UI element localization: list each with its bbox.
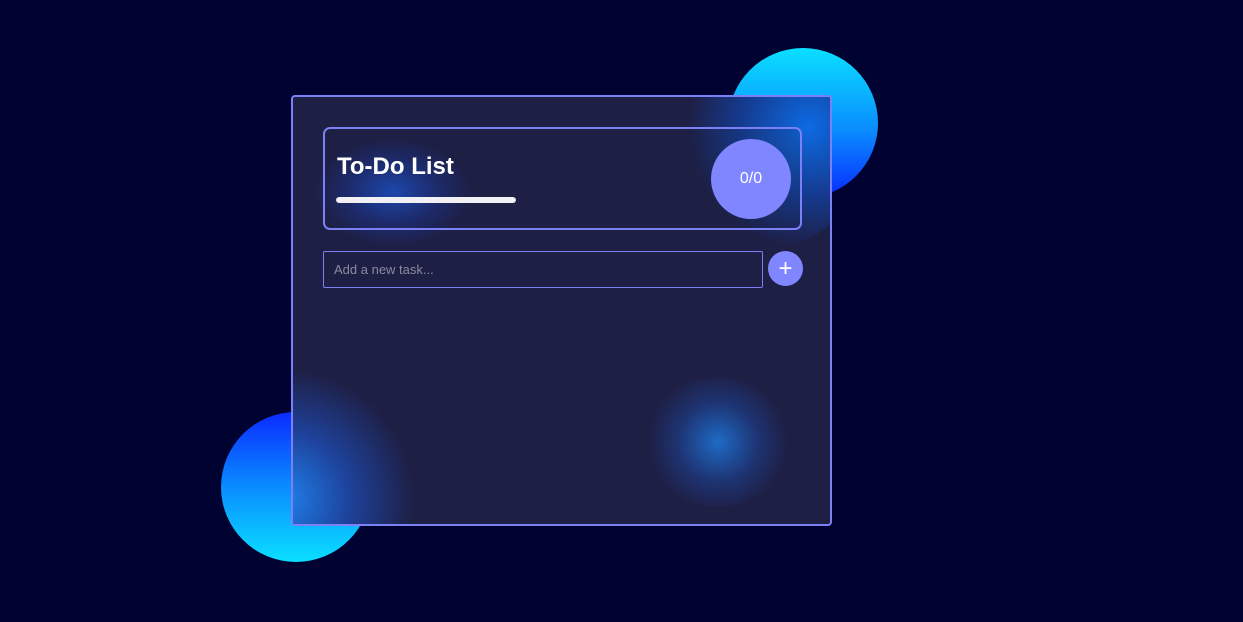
stats-header: To-Do List 0/0 (323, 127, 802, 230)
plus-icon: + (778, 255, 793, 282)
page-title: To-Do List (337, 153, 454, 180)
task-list (323, 302, 802, 502)
page-background: To-Do List 0/0 + (0, 0, 1243, 622)
todo-card: To-Do List 0/0 + (291, 95, 832, 526)
progress-fill (336, 197, 516, 203)
task-counter-badge: 0/0 (711, 139, 791, 219)
add-task-button[interactable]: + (768, 251, 803, 286)
new-task-input[interactable] (323, 251, 763, 288)
progress-bar (336, 197, 516, 203)
